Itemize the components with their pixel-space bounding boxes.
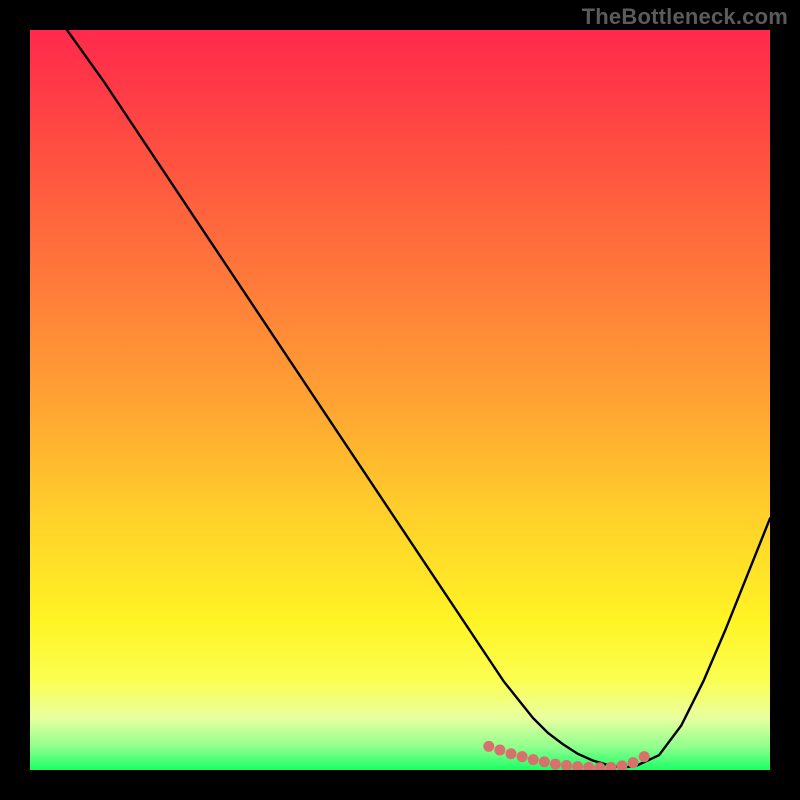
curve-marker — [483, 741, 494, 752]
curve-marker — [572, 761, 583, 770]
curve-marker — [605, 762, 616, 770]
chart-svg — [30, 30, 770, 770]
curve-marker — [628, 757, 639, 768]
watermark-text: TheBottleneck.com — [582, 4, 788, 30]
curve-marker — [528, 754, 539, 765]
bottleneck-curve — [67, 30, 770, 768]
chart-frame: TheBottleneck.com — [0, 0, 800, 800]
curve-marker — [550, 759, 561, 770]
curve-marker — [506, 748, 517, 759]
curve-marker — [561, 760, 572, 770]
curve-marker — [639, 751, 650, 762]
curve-marker — [617, 760, 628, 770]
curve-marker — [583, 762, 594, 770]
curve-marker — [539, 756, 550, 767]
curve-marker — [494, 745, 505, 756]
plot-area — [30, 30, 770, 770]
curve-marker — [517, 751, 528, 762]
